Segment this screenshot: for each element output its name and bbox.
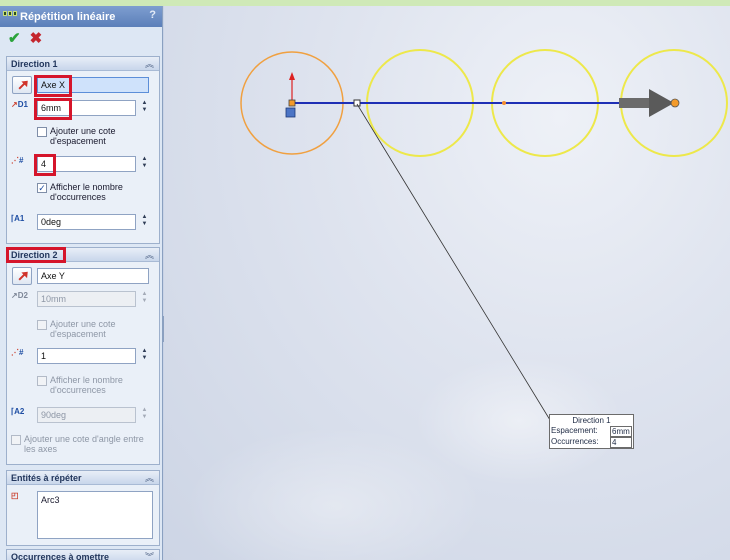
entities-header[interactable]: Entités à répéter ︽ <box>7 471 159 485</box>
direction1-angle-spinner[interactable]: ▲ ▼ <box>140 214 149 230</box>
collapse-chevron-icon[interactable]: ︽ <box>145 57 154 70</box>
select-entities-icon: ◰ <box>11 491 19 500</box>
reverse-direction2-button[interactable] <box>12 267 32 285</box>
highlight-direction1-field <box>34 75 72 97</box>
direction1-callout[interactable]: Direction 1 Espacement: 6mm Occurrences:… <box>549 414 634 449</box>
direction2-angle-input[interactable]: 90deg <box>37 407 136 423</box>
direction2-show-count-checkbox[interactable]: Afficher le nombre d'occurrences <box>37 375 147 395</box>
property-manager-panel: Répétition linéaire ? ✔ ✖ Direction 1 ︽ … <box>0 6 163 560</box>
panel-titlebar: Répétition linéaire ? <box>0 6 162 27</box>
skip-group: Occurrences à omettre ︾ <box>6 549 160 560</box>
origin-marker <box>288 99 296 107</box>
expand-chevron-icon[interactable]: ︾ <box>145 550 154 560</box>
cancel-x-icon[interactable]: ✖ <box>30 29 43 47</box>
direction2-spacing-input[interactable]: 10mm <box>37 291 136 307</box>
linear-pattern-icon <box>3 10 17 23</box>
direction1-spacing-spinner[interactable]: ▲ ▼ <box>140 100 149 116</box>
direction2-group: Direction 2 ︽ Axe Y ↗D2 10mm ▲ ▼ Ajouter … <box>6 247 160 465</box>
checkbox-box[interactable] <box>37 376 47 386</box>
reverse-arrow-icon <box>17 80 27 90</box>
callout-spacing-value[interactable]: 6mm <box>610 426 632 437</box>
origin-y-arrowhead <box>289 72 295 80</box>
angle-a1-icon: ⌈A1 <box>11 214 25 223</box>
direction-arrow-shaft <box>619 98 651 108</box>
origin-icon <box>285 107 296 118</box>
help-button[interactable]: ? <box>149 9 156 21</box>
direction1-count-spinner[interactable]: ▲ ▼ <box>140 156 149 172</box>
angle-a2-icon: ⌈A2 <box>11 407 25 416</box>
angle-a1-icon-label: A1 <box>14 214 25 223</box>
collapse-chevron-icon[interactable]: ︽ <box>145 248 154 261</box>
ok-check-icon[interactable]: ✔ <box>8 29 21 47</box>
panel-title: Répétition linéaire <box>20 10 116 23</box>
sketch-svg <box>240 49 728 421</box>
direction1-add-spacing-dim-checkbox[interactable]: Ajouter une cote d'espacement <box>37 126 147 146</box>
callout-count-row: Occurrences: 4 <box>550 437 633 448</box>
checkbox-label: Afficher le nombre d'occurrences <box>50 375 123 395</box>
collapse-chevron-icon[interactable]: ︽ <box>145 471 154 484</box>
checkbox-label: Ajouter une cote d'espacement <box>50 126 116 146</box>
direction1-group: Direction 1 ︽ Axe X ↗D1 6mm ▲ ▼ Ajouter u… <box>6 56 160 244</box>
direction1-header[interactable]: Direction 1 ︽ <box>7 57 159 71</box>
list-item[interactable]: Arc3 <box>41 495 149 505</box>
checkbox-box[interactable] <box>37 127 47 137</box>
entities-title: Entités à répéter <box>11 472 82 483</box>
ok-cancel-bar: ✔ ✖ <box>0 27 162 49</box>
direction2-angle-spinner[interactable]: ▲ ▼ <box>140 407 149 423</box>
graphics-area[interactable]: Direction 1 Espacement: 6mm Occurrences:… <box>164 6 730 560</box>
direction2-count-input[interactable]: 1 <box>37 348 136 364</box>
reverse-arrow-icon <box>17 271 27 281</box>
direction1-angle-input[interactable]: 0deg <box>37 214 136 230</box>
checkbox-label: Ajouter une cote d'angle entre les axes <box>24 434 144 454</box>
checkbox-label: Afficher le nombre d'occurrences <box>50 182 123 202</box>
arrow-end-point <box>670 98 680 108</box>
midpoint-marker <box>502 101 506 105</box>
callout-title: Direction 1 <box>572 416 611 425</box>
entities-listbox[interactable]: Arc3 <box>37 491 153 539</box>
callout-count-value[interactable]: 4 <box>610 437 632 448</box>
instance-count-icon: ⋰# <box>11 348 24 357</box>
spacing-d1-icon: ↗D1 <box>11 100 28 109</box>
callout-count-label: Occurrences: <box>551 437 599 446</box>
direction2-field[interactable]: Axe Y <box>37 268 149 284</box>
skip-header[interactable]: Occurrences à omettre ︾ <box>7 550 159 560</box>
direction1-title: Direction 1 <box>11 58 58 69</box>
reverse-direction1-button[interactable] <box>12 76 32 94</box>
skip-title: Occurrences à omettre <box>11 551 110 560</box>
direction2-add-angle-dim-checkbox[interactable]: Ajouter une cote d'angle entre les axes <box>11 434 151 454</box>
instance-count-icon: ⋰# <box>11 156 24 165</box>
callout-spacing-row: Espacement: 6mm <box>550 426 633 437</box>
highlight-count-field <box>34 154 56 176</box>
callout-leader-line <box>356 103 551 421</box>
direction2-spacing-spinner[interactable]: ▲ ▼ <box>140 291 149 307</box>
checkbox-box[interactable] <box>37 320 47 330</box>
direction-arrowhead <box>649 89 674 117</box>
spacing-d2-icon: ↗D2 <box>11 291 28 300</box>
checkbox-label: Ajouter une cote d'espacement <box>50 319 116 339</box>
line-handle <box>353 99 361 107</box>
direction2-count-spinner[interactable]: ▲ ▼ <box>140 348 149 364</box>
checkbox-box[interactable] <box>11 435 21 445</box>
direction1-show-count-checkbox[interactable]: ✓ Afficher le nombre d'occurrences <box>37 182 147 202</box>
highlight-spacing-field <box>34 98 72 120</box>
spacing-d2-icon-label: D2 <box>17 291 28 300</box>
callout-spacing-label: Espacement: <box>551 426 598 435</box>
checkbox-box-checked[interactable]: ✓ <box>37 183 47 193</box>
angle-a2-icon-label: A2 <box>14 407 25 416</box>
direction2-add-spacing-dim-checkbox[interactable]: Ajouter une cote d'espacement <box>37 319 147 339</box>
entities-group: Entités à répéter ︽ ◰ Arc3 <box>6 470 160 546</box>
spacing-d1-icon-label: D1 <box>17 100 28 109</box>
highlight-direction2-header <box>6 247 66 263</box>
